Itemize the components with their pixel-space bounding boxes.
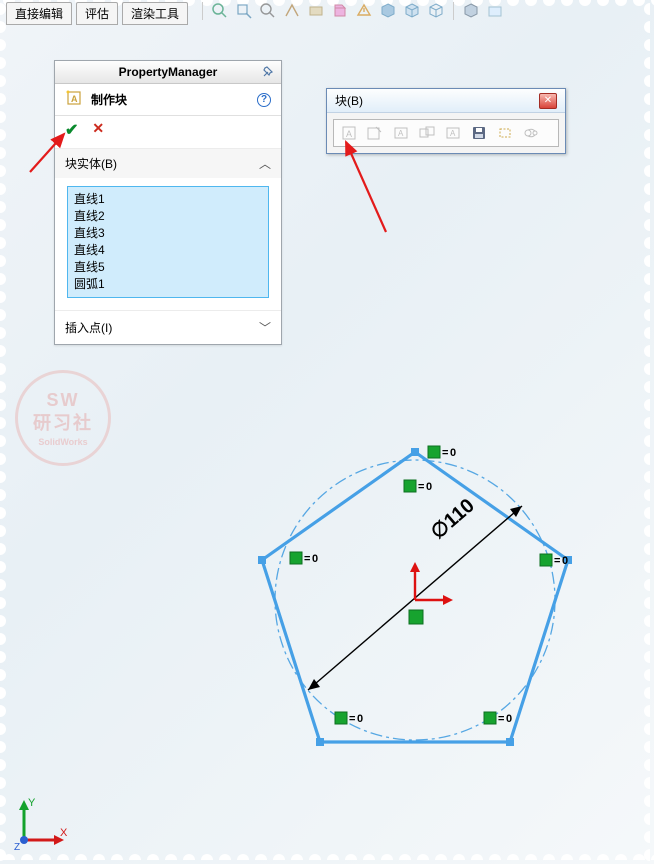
- svg-text:X: X: [60, 827, 68, 839]
- svg-text:0: 0: [450, 447, 456, 459]
- svg-text:0: 0: [312, 553, 318, 565]
- svg-text:Y: Y: [28, 797, 36, 809]
- constraint-marker[interactable]: = 0: [540, 554, 568, 567]
- constraint-marker[interactable]: = 0: [290, 552, 318, 565]
- dimension-label: ∅110: [427, 495, 479, 544]
- constraint-marker[interactable]: = 0: [428, 446, 456, 459]
- view-triad: Y X Z: [12, 792, 72, 852]
- constraint-marker[interactable]: = 0: [484, 712, 512, 725]
- constraint-marker[interactable]: = 0: [404, 480, 432, 493]
- svg-text:0: 0: [357, 713, 363, 725]
- svg-text:Z: Z: [14, 842, 20, 852]
- svg-text:=: =: [304, 553, 310, 565]
- svg-text:=: =: [418, 481, 424, 493]
- graphics-area[interactable]: ∅110 = 0 = 0 = 0 = 0 = 0 = 0: [0, 0, 654, 864]
- svg-text:0: 0: [506, 713, 512, 725]
- constraint-marker[interactable]: = 0: [335, 712, 363, 725]
- svg-text:=: =: [442, 447, 448, 459]
- svg-text:0: 0: [426, 481, 432, 493]
- svg-text:0: 0: [562, 555, 568, 567]
- svg-text:=: =: [498, 713, 504, 725]
- svg-text:=: =: [349, 713, 355, 725]
- svg-text:=: =: [554, 555, 560, 567]
